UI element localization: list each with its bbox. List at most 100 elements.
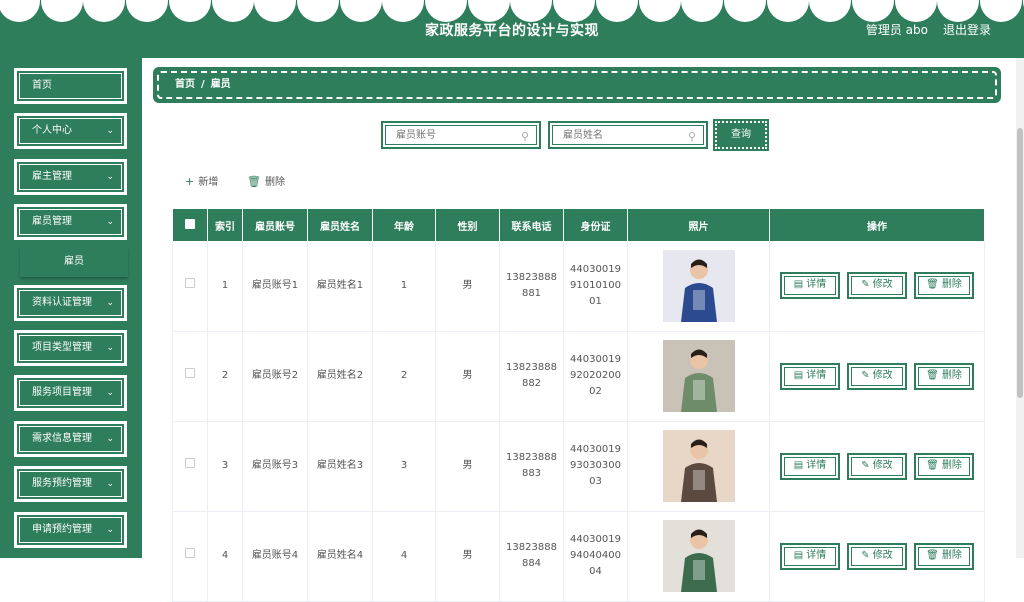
breadcrumb-separator: / [201,79,205,90]
scallop [212,0,254,22]
row-checkbox[interactable] [185,548,195,558]
employee-name-search[interactable]: ⚲ [548,121,708,149]
scallop [254,0,296,22]
search-inner: ⚲ [552,125,704,145]
phone-text: 13823888882 [505,360,559,392]
edit-label: 修改 [873,460,893,471]
row-select-cell[interactable] [173,241,208,331]
sidebar-item-apply-mgmt[interactable]: 申请预约管理⌄ [14,512,127,548]
id-card-text: 440300199101010001 [569,262,623,310]
column-header: 操作 [770,209,985,241]
scallop [425,0,467,22]
delete-label: 删除 [942,460,962,471]
cell-phone: 13823888884 [500,511,564,601]
sidebar-item-home[interactable]: 首页 [14,68,127,104]
sidebar-item-demand-mgmt[interactable]: 需求信息管理⌄ [14,421,127,457]
row-checkbox[interactable] [185,458,195,468]
column-header: 年龄 [373,209,436,241]
column-header: 雇员账号 [243,209,308,241]
employee-photo [663,250,735,322]
delete-label: 删除 [942,370,962,381]
row-select-cell[interactable] [173,331,208,421]
sidebar-item-project-type-mgmt[interactable]: 项目类型管理⌄ [14,330,127,366]
sidebar-item-label: 资料认证管理 [32,297,92,308]
breadcrumb-home[interactable]: 首页 [175,79,195,90]
sidebar-item-booking-mgmt[interactable]: 服务预约管理⌄ [14,466,127,502]
cell-index: 4 [208,511,243,601]
breadcrumb-current: 雇员 [211,79,231,90]
row-select-cell[interactable] [173,511,208,601]
employee-photo [663,520,735,592]
sidebar-item-employer-mgmt[interactable]: 雇主管理⌄ [14,159,127,195]
row-checkbox[interactable] [185,368,195,378]
cell-id-card: 440300199404040004 [564,511,628,601]
sidebar-item-label: 服务预约管理 [32,478,92,489]
edit-button[interactable]: ✎ 修改 [847,272,907,299]
scallop-decoration [0,0,1024,22]
delete-label: 删除 [942,279,962,290]
detail-button[interactable]: ▤详情 [780,272,840,299]
delete-button[interactable]: 🗑删除 [914,363,974,390]
detail-button[interactable]: ▤详情 [780,543,840,570]
sidebar-subitem-employee[interactable]: 雇员 [20,247,128,277]
batch-delete-button[interactable]: 🗑删除 [247,173,285,188]
current-user: 管理员 abo [866,21,928,38]
id-card-text: 440300199404040004 [569,532,623,580]
search-icon: ⚲ [688,130,696,143]
cell-age: 2 [373,331,436,421]
scrollbar-thumb[interactable] [1017,128,1023,398]
column-header: 照片 [628,209,770,241]
edit-label: 修改 [873,279,893,290]
scallop [297,0,339,22]
row-actions: ▤详情 ✎修改 🗑删除 [770,453,984,480]
cell-age: 1 [373,241,436,331]
scallop [596,0,638,22]
delete-button[interactable]: 🗑删除 [914,272,974,299]
detail-button[interactable]: ▤详情 [780,363,840,390]
scallop [980,0,1022,22]
cell-gender: 男 [436,511,500,601]
edit-button[interactable]: ✎修改 [847,453,907,480]
document-icon: ▤ [794,460,803,471]
employee-name-input[interactable] [553,126,703,144]
query-button[interactable]: 查询 [715,121,767,149]
sidebar: 首页 个人中心⌄ 雇主管理⌄ 雇员管理⌄ 雇员 资料认证管理⌄ 项目类型管理⌄ … [0,58,142,558]
delete-button[interactable]: 🗑删除 [914,543,974,570]
edit-label: 修改 [873,550,893,561]
cell-gender: 男 [436,241,500,331]
cell-index: 3 [208,421,243,511]
cell-name: 雇员姓名3 [308,421,373,511]
select-all-header[interactable] [173,209,208,241]
cell-account: 雇员账号4 [243,511,308,601]
sidebar-item-personal-center[interactable]: 个人中心⌄ [14,113,127,149]
scallop [126,0,168,22]
scallop [382,0,424,22]
edit-button[interactable]: ✎修改 [847,363,907,390]
select-all-checkbox[interactable] [185,219,195,229]
sidebar-item-employee-mgmt[interactable]: 雇员管理⌄ [14,204,127,240]
detail-button[interactable]: ▤详情 [780,453,840,480]
page-scrollbar[interactable] [1016,58,1024,558]
scallop [639,0,681,22]
employee-account-input[interactable] [386,126,536,144]
delete-button[interactable]: 🗑删除 [914,453,974,480]
document-icon: ▤ [794,370,803,381]
column-header: 索引 [208,209,243,241]
edit-button[interactable]: ✎修改 [847,543,907,570]
scallop [169,0,211,22]
add-button[interactable]: +新增 [185,173,218,188]
edit-label: 修改 [873,370,893,381]
table-row: 1雇员账号1雇员姓名11男138238888814403001991010100… [173,241,985,331]
employee-account-search[interactable]: ⚲ [381,121,541,149]
logout-button[interactable]: 退出登录 [943,21,991,38]
cell-photo [628,241,770,331]
sidebar-item-cert-mgmt[interactable]: 资料认证管理⌄ [14,285,127,321]
row-checkbox[interactable] [185,278,195,288]
sidebar-item-service-mgmt[interactable]: 服务项目管理⌄ [14,375,127,411]
trash-icon: 🗑 [247,175,261,188]
row-select-cell[interactable] [173,421,208,511]
search-inner: ⚲ [385,125,537,145]
pencil-icon: ✎ [861,279,869,290]
cell-id-card: 440300199101010001 [564,241,628,331]
plus-icon: + [185,175,194,188]
